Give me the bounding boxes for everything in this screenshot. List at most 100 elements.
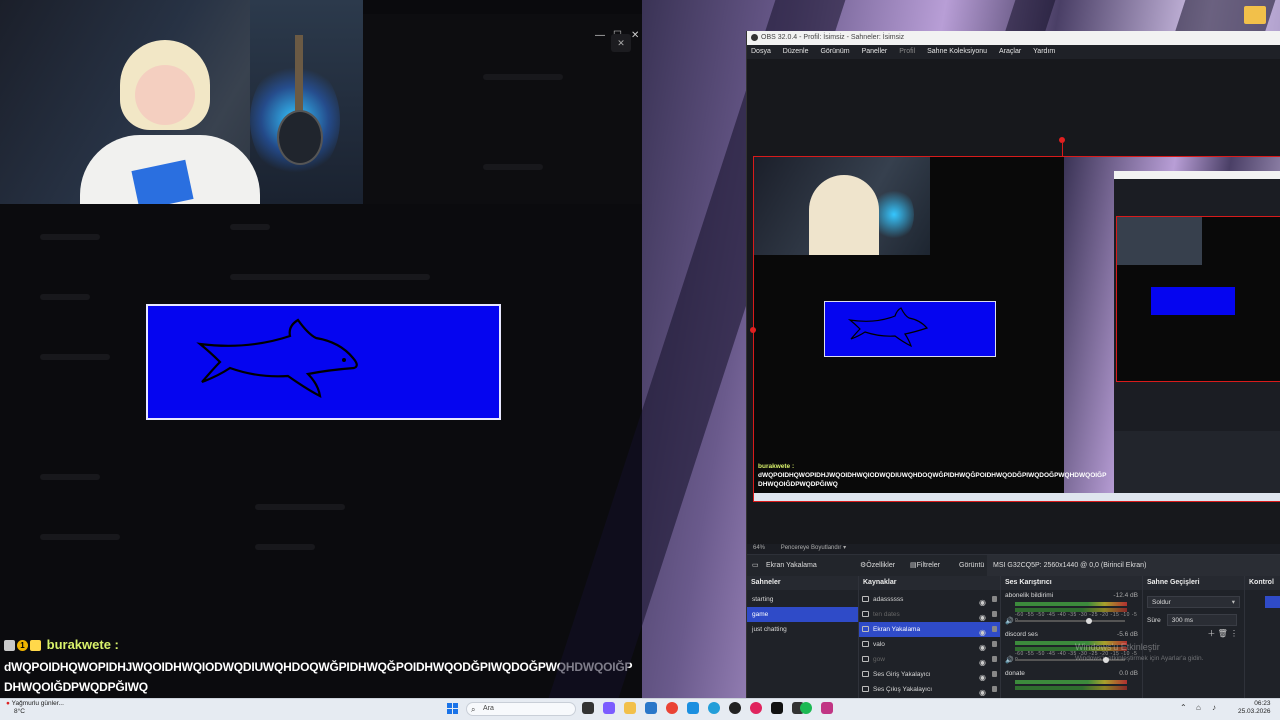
display-select[interactable]: MSI G32CQ5P: 2560x1440 @ 0,0 (Birincil E… <box>987 555 1280 577</box>
preview-chat-user: burakwete : <box>758 463 795 470</box>
menu-yardim[interactable]: Yardım <box>1033 48 1055 55</box>
fit-window-button[interactable]: Pencereye Boyutlandır <box>781 545 842 551</box>
mixer-header: Ses Karıştırıcı <box>1001 576 1142 590</box>
microphone-icon <box>862 671 869 677</box>
transitions-header: Sahne Geçişleri <box>1143 576 1244 590</box>
spotify-icon[interactable] <box>800 702 812 714</box>
taskbar-search[interactable]: ⌕ Ara <box>466 702 576 716</box>
speaker-icon[interactable]: 🔊 <box>1005 617 1014 625</box>
preview-taskbar <box>754 493 1280 501</box>
vscode-icon[interactable] <box>687 702 699 714</box>
zoom-bar[interactable]: 64% Pencereye Boyutlandır ▾ <box>753 544 846 551</box>
preview-chat: burakwete : dWQPOIDHQWOPIDHJWQOIDHWQIODW… <box>758 462 1106 489</box>
epic-games-icon[interactable] <box>771 702 783 714</box>
lock-icon <box>992 626 997 632</box>
preview-webcam <box>754 157 930 255</box>
scene-item[interactable]: game <box>747 607 858 622</box>
start-button[interactable] <box>447 703 459 715</box>
scene-item[interactable]: starting <box>747 592 858 607</box>
obs-window: OBS 32.0.4 - Profil: İsimsiz - Sahneler:… <box>746 31 1280 698</box>
weather-widget[interactable]: ● Yağmurlu günler... 8°C <box>6 700 64 716</box>
telegram-icon[interactable] <box>708 702 720 714</box>
task-view-icon[interactable] <box>582 702 594 714</box>
speaker-icon[interactable]: 🔊 <box>1005 656 1014 664</box>
image-icon <box>862 611 869 617</box>
monitor-icon: ▭ <box>752 562 759 569</box>
zoom-level: 64% <box>753 545 766 551</box>
source-item[interactable]: valo ◉ <box>859 637 1000 652</box>
trash-icon: 🗑 <box>1217 629 1228 638</box>
preview-area: burakwete : dWQPOIDHQWOPIDHJWQOIDHWQIODW… <box>747 59 1280 544</box>
menu-araclar[interactable]: Araçlar <box>999 48 1021 55</box>
menu-paneller[interactable]: Paneller <box>862 48 888 55</box>
source-item[interactable]: gow ◉ <box>859 652 1000 667</box>
add-icon: ＋ <box>1207 629 1216 638</box>
lock-icon <box>992 641 997 647</box>
sources-dock: Kaynaklar adassssss ◉ ten dates ◉ Ekran Ya… <box>859 576 1001 698</box>
scene-item[interactable]: just chatting <box>747 622 858 637</box>
image-icon <box>862 641 869 647</box>
transition-actions[interactable]: ＋ 🗑 ⋮ <box>1207 628 1238 639</box>
store-icon[interactable] <box>645 702 657 714</box>
windows-activation-watermark: Windows'u Etkinleştir Windows'u etkinleş… <box>1075 642 1204 662</box>
scenes-dock: Sahneler starting game just chatting <box>747 576 859 698</box>
chevron-up-icon[interactable]: ⌃ <box>1180 703 1187 712</box>
menu-duzenle[interactable]: Düzenle <box>783 48 809 55</box>
lock-icon <box>992 611 997 617</box>
source-item[interactable]: Ses Giriş Yakalayıcı ◉ <box>859 667 1000 682</box>
chat-username-line: 1 burakwete : <box>4 637 119 652</box>
duration-input[interactable]: 300 ms <box>1166 614 1237 626</box>
preview-drawing <box>824 301 996 357</box>
file-explorer-icon[interactable] <box>624 702 636 714</box>
program-preview[interactable]: burakwete : dWQPOIDHQWOPIDHJWQOIDHWQIODW… <box>753 156 1280 502</box>
clock[interactable]: 06:23 25.03.2026 <box>1238 700 1271 716</box>
obs-titlebar: OBS 32.0.4 - Profil: İsimsiz - Sahneler:… <box>747 31 1280 45</box>
minimize-icon[interactable]: — <box>595 30 605 41</box>
app-icon[interactable] <box>750 702 762 714</box>
source-item[interactable]: adassssss ◉ <box>859 592 1000 607</box>
network-icon[interactable]: ⌂ <box>1196 703 1201 712</box>
menu-dosya[interactable]: Dosya <box>751 48 771 55</box>
properties-button[interactable]: ⚙ Özellikler <box>860 555 895 577</box>
taskbar <box>0 698 1280 720</box>
avatar-icon <box>4 640 15 652</box>
chrome-icon[interactable] <box>666 702 678 714</box>
menu-sahne-koleksiyonu[interactable]: Sahne Koleksiyonu <box>927 48 987 55</box>
chat-username: burakwete : <box>46 637 119 652</box>
source-toolbar: ▭ Ekran Yakalama ⚙ Özellikler ▤ Filtrele… <box>747 554 1280 577</box>
volume-slider[interactable] <box>1015 618 1125 624</box>
controls-dock: Kontrol <box>1245 576 1280 698</box>
instagram-icon[interactable] <box>821 702 833 714</box>
filters-button[interactable]: ▤ Filtreler <box>910 555 940 577</box>
lock-icon <box>992 656 997 662</box>
more-icon: ⋮ <box>1230 629 1238 638</box>
copilot-icon[interactable] <box>603 702 615 714</box>
lock-icon <box>992 671 997 677</box>
monitor-icon <box>862 626 869 632</box>
obs-menubar: Dosya Düzenle Görünüm Paneller Profil Sa… <box>747 45 1280 59</box>
image-icon <box>862 656 869 662</box>
source-item[interactable]: ten dates ◉ <box>859 607 1000 622</box>
weather-icon: ● <box>6 700 10 707</box>
start-streaming-button[interactable] <box>1265 596 1280 608</box>
sub-badge-icon: 1 <box>17 640 28 652</box>
menu-profil[interactable]: Profil <box>899 48 915 55</box>
discord-window-top: — ☐ ✕ ✕ <box>363 14 642 204</box>
close-icon[interactable]: ✕ <box>631 30 639 41</box>
obs-icon[interactable] <box>729 702 741 714</box>
volume-icon[interactable]: ♪ <box>1212 703 1216 712</box>
search-icon: ⌕ <box>471 705 476 714</box>
volume-knob <box>1086 618 1092 624</box>
dialog-close-icon[interactable]: ✕ <box>611 34 631 52</box>
guitar-image <box>275 35 325 165</box>
display-label: Görüntü <box>959 562 985 569</box>
folder-icon[interactable] <box>1244 6 1266 24</box>
lock-icon <box>992 686 997 692</box>
transform-handle[interactable] <box>750 327 756 333</box>
source-item[interactable]: Ses Çıkış Yakalayıcı ◉ <box>859 682 1000 697</box>
menu-gorunum[interactable]: Görünüm <box>820 48 849 55</box>
transition-select[interactable]: Soldur <box>1147 596 1240 608</box>
source-item[interactable]: Ekran Yakalama ◉ <box>859 622 1000 637</box>
obs-logo-icon <box>751 34 758 41</box>
sources-header: Kaynaklar <box>859 576 1000 590</box>
